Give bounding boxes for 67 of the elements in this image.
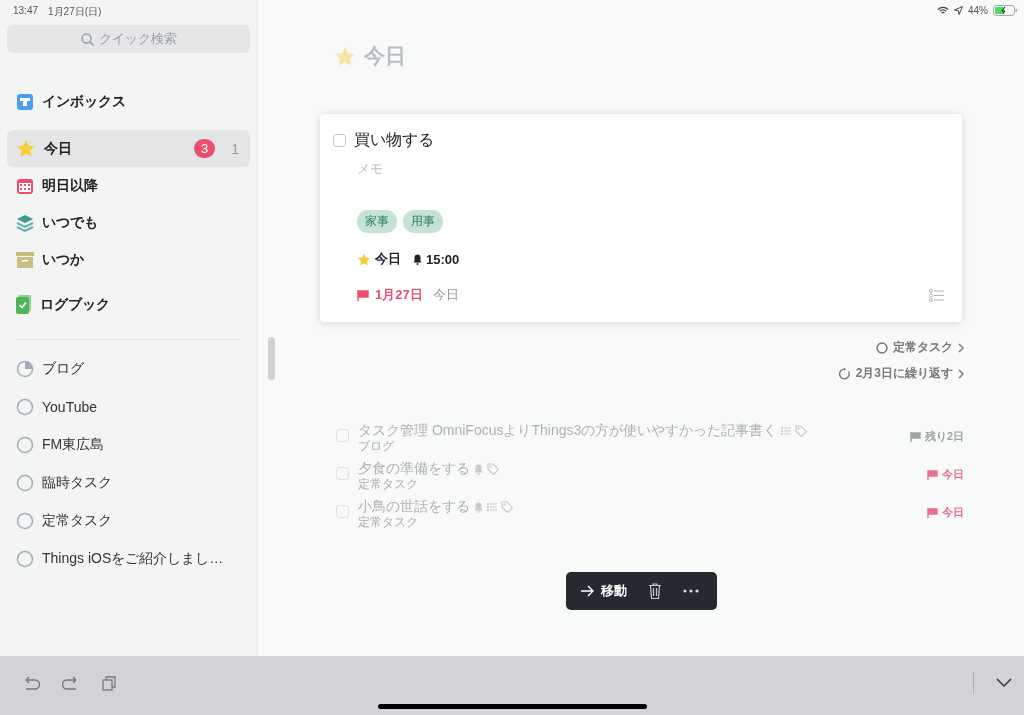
location-arrow-icon [954,5,963,15]
project-link[interactable]: 定常タスク [876,339,964,356]
scroll-indicator [268,337,275,380]
deadline-label: 今日 [942,505,964,520]
task-checkbox[interactable] [333,134,346,147]
sidebar-item[interactable]: いつか [7,241,250,278]
deadline-label: 残り2日 [924,429,964,444]
sidebar-item[interactable]: ログブック [7,286,250,323]
deadline-relative: 今日 [432,286,460,304]
deadline-label: 今日 [942,467,964,482]
search-icon [80,32,94,46]
chevron-right-icon [958,342,964,353]
reminder-time[interactable]: 15:00 [426,251,460,267]
circle-icon [876,341,888,354]
task-checkbox[interactable] [336,505,349,518]
checklist-icon[interactable] [929,288,944,302]
battery-charging-icon [993,4,1017,16]
project-item[interactable]: ブログ [7,350,250,388]
move-button[interactable]: 移動 [580,582,627,600]
sidebar-item[interactable]: インボックス [7,83,250,120]
wifi-icon [937,5,949,15]
task-title[interactable]: 買い物する [354,130,434,151]
star-icon [334,45,356,67]
bell-icon [413,253,422,265]
inbox-icon [16,92,34,111]
project-item[interactable]: 定常タスク [7,502,250,540]
page-title: 今日 [364,43,406,69]
flag-icon [909,431,921,442]
sidebar-item[interactable]: いつでも [7,204,250,241]
sidebar-item[interactable]: 明日以降 [7,167,250,204]
project-item[interactable]: YouTube [7,388,250,426]
when-label[interactable]: 今日 [375,250,401,268]
project-item[interactable]: FM東広島 [7,426,250,464]
task-checkbox[interactable] [336,467,349,480]
deadline-date[interactable]: 1月27日 [375,286,423,304]
status-date: 1月27日(日) [48,5,102,19]
flag-icon [357,289,369,301]
repeat-icon [838,367,851,380]
more-icon[interactable] [682,589,699,593]
book-check-icon [16,295,32,314]
calendar-icon [16,176,34,195]
notes-field[interactable]: メモ [357,161,557,176]
overdue-count-badge: 3 [193,139,216,158]
archive-box-icon [16,251,34,268]
arrow-right-icon [580,585,595,597]
task-checkbox[interactable] [336,429,349,442]
star-icon [16,139,36,158]
chevron-right-icon [958,368,964,379]
sidebar-item[interactable]: 今日 3 1 [7,130,250,167]
battery-percent: 44% [968,4,988,16]
flag-icon [927,507,938,518]
tag-chip[interactable]: 家事 [357,210,397,233]
repeat-link[interactable]: 2月3日に繰り返す [838,365,964,382]
status-time: 13:47 [13,5,39,18]
task-project: 定常タスク [358,516,419,529]
project-item[interactable]: Things iOSをご紹介しまし… [7,540,250,578]
chevron-down-icon[interactable] [996,678,1012,688]
task-project: ブログ [358,440,395,453]
tag-chip[interactable]: 用事 [403,210,443,233]
trash-icon[interactable] [648,583,661,599]
star-icon [357,252,371,266]
layers-icon [16,213,34,232]
task-count: 1 [231,140,239,157]
flag-icon [927,469,938,480]
project-item[interactable]: 臨時タスク [7,464,250,502]
task-project: 定常タスク [358,478,419,491]
copy-icon[interactable] [102,675,117,691]
